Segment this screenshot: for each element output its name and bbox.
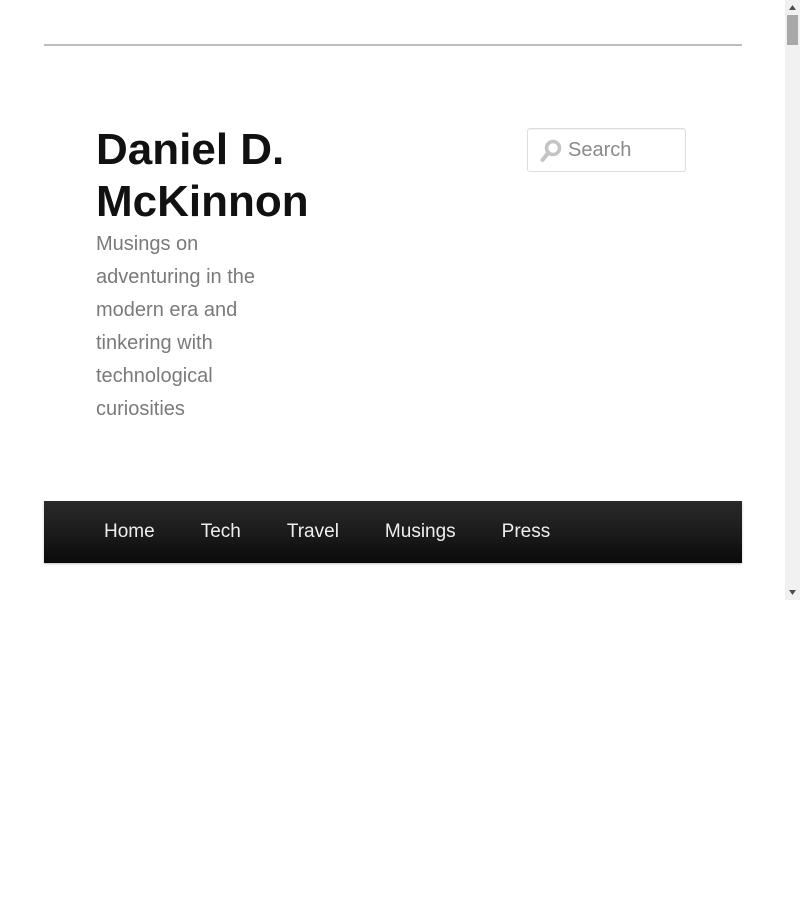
site-title-line1[interactable]: Daniel D. [96, 125, 284, 174]
nav-item-home[interactable]: Home [82, 501, 177, 563]
nav-item-travel[interactable]: Travel [265, 501, 361, 563]
vertical-scrollbar[interactable] [785, 0, 800, 600]
main-navigation: Home Tech Travel Musings Press [44, 501, 742, 563]
scroll-down-arrow-icon[interactable] [785, 585, 800, 600]
header-divider [44, 44, 742, 46]
site-tagline: Musings on adventuring in the modern era… [96, 233, 256, 420]
site-title-line2[interactable]: McKinnon [96, 177, 309, 226]
scrollbar-thumb[interactable] [787, 15, 798, 45]
nav-item-tech[interactable]: Tech [179, 501, 263, 563]
nav-menu: Home Tech Travel Musings Press [44, 501, 742, 563]
search-input[interactable] [568, 129, 680, 171]
site-title[interactable]: Daniel D. McKinnon [96, 124, 356, 228]
search-form[interactable] [527, 128, 686, 172]
scroll-up-arrow-icon[interactable] [785, 0, 800, 15]
nav-item-musings[interactable]: Musings [363, 501, 478, 563]
nav-item-press[interactable]: Press [480, 501, 573, 563]
search-icon [540, 139, 562, 162]
browser-viewport: Daniel D. McKinnon Musings on adventurin… [0, 0, 800, 600]
